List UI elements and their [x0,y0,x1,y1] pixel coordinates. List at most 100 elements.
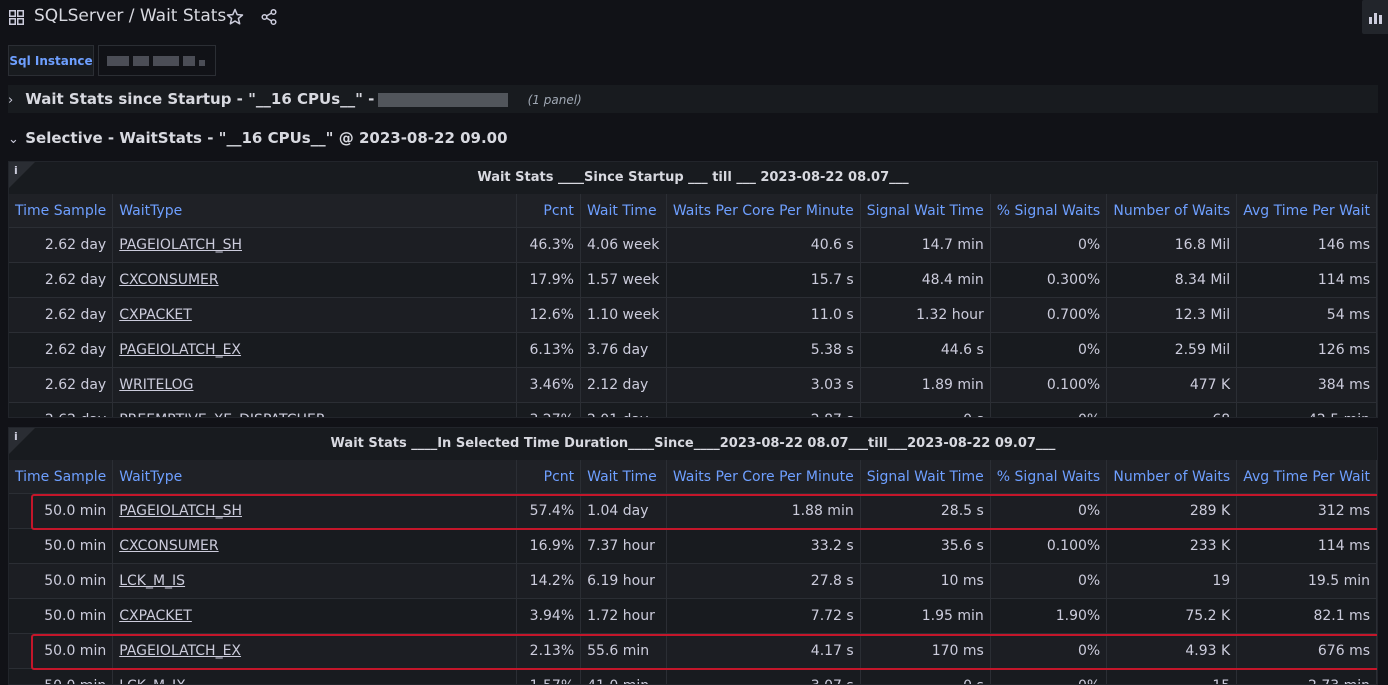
table-row: 2.62 day WRITELOG 3.46% 2.12 day 3.03 s 1.89 … [9,367,1377,403]
cell-time-sample: 50.0 min [9,598,114,634]
table-row: 2.62 day PAGEIOLATCH_SH 46.3% 4.06 week 40.6… [9,227,1377,263]
column-header-waits-per-core-per-minute[interactable]: Waits Per Core Per Minute [666,194,861,228]
cell-signal-wait-time: 48.4 min [860,262,991,298]
row-title: Selective - WaitStats - "__16 CPUs__" @ … [25,129,508,147]
wait-type-link[interactable]: PAGEIOLATCH_EX [112,633,517,669]
column-header-time-sample[interactable]: Time Sample [9,460,114,494]
wait-type-link[interactable]: LCK_M_IX [112,668,517,684]
wait-type-link[interactable]: CXPACKET [112,297,517,333]
column-header-avg-time-per-wait[interactable]: Avg Time Per Wait [1236,460,1377,494]
cell-pct-signal-waits: 0% [990,633,1108,669]
table-row: 50.0 min CXPACKET 3.94% 1.72 hour 7.72 s 1.95… [9,598,1377,634]
cell-pct-signal-waits: 0.100% [990,528,1108,564]
column-header-signal-wait-time[interactable]: Signal Wait Time [860,194,991,228]
table-row: 2.62 dayPREEMPTIVE_XE_DISPATCHER3.27%2.0… [9,402,1377,417]
column-header-pct-signal-waits[interactable]: % Signal Waits [990,194,1108,228]
sql-instance-select[interactable] [98,45,216,76]
cell-pct-signal-waits: 0% [990,563,1108,599]
cell-time-sample: 50.0 min [9,633,114,669]
table-header-row: Time Sample WaitType Pcnt Wait Time Waits Pe… [9,194,1377,228]
cell-time-sample: 2.62 day [9,332,114,368]
cell-time-sample: 2.62 day [9,227,114,263]
column-header-wait-type[interactable]: WaitType [112,460,517,494]
column-header-wait-type[interactable]: WaitType [112,194,517,228]
redacted-instance-name [378,92,509,107]
cell-waits-per-core-per-minute: 27.8 s [666,563,861,599]
cell-signal-wait-time: 0 s [860,402,991,417]
share-icon[interactable] [260,8,278,26]
breadcrumb[interactable]: SQLServer / Wait Stats [34,6,226,26]
wait-type-link[interactable]: PREEMPTIVE_XE_DISPATCHER [112,402,517,417]
wait-type-link[interactable]: WRITELOG [112,367,517,403]
cell-avg-time-per-wait: 42.5 min [1236,402,1377,417]
cell-signal-wait-time: 1.95 min [860,598,991,634]
cell-wait-time: 4.06 week [580,227,667,263]
cell-pct-signal-waits: 0% [990,493,1108,529]
table-row: 2.62 day PAGEIOLATCH_EX 6.13% 3.76 day 5.38 … [9,332,1377,368]
add-panel-button[interactable] [1362,0,1388,34]
panel-info-corner[interactable] [9,428,35,454]
wait-type-link[interactable]: CXCONSUMER [112,528,517,564]
cell-pct-signal-waits: 0.700% [990,297,1108,333]
cell-signal-wait-time: 28.5 s [860,493,991,529]
wait-type-link[interactable]: CXCONSUMER [112,262,517,298]
table-row: 50.0 min LCK_M_IS 14.2% 6.19 hour 27.8 s 10 m… [9,563,1377,599]
cell-wait-time: 1.10 week [580,297,667,333]
column-header-pct-signal-waits[interactable]: % Signal Waits [990,460,1108,494]
cell-time-sample: 2.62 day [9,402,114,417]
column-header-number-of-waits[interactable]: Number of Waits [1106,460,1238,494]
cell-waits-per-core-per-minute: 40.6 s [666,227,861,263]
sql-instance-label: Sql Instance [8,45,94,76]
info-icon[interactable]: i [14,430,18,443]
cell-signal-wait-time: 35.6 s [860,528,991,564]
column-header-signal-wait-time[interactable]: Signal Wait Time [860,460,991,494]
wait-type-link[interactable]: CXPACKET [112,598,517,634]
dashboard-topbar: SQLServer / Wait Stats [0,0,1388,34]
cell-signal-wait-time: 14.7 min [860,227,991,263]
cell-number-of-waits: 16.8 Mil [1106,227,1238,263]
cell-pcnt: 1.57% [516,668,582,684]
cell-pct-signal-waits: 0% [990,332,1108,368]
cell-waits-per-core-per-minute: 7.72 s [666,598,861,634]
column-header-wait-time[interactable]: Wait Time [580,460,667,494]
cell-waits-per-core-per-minute: 4.17 s [666,633,861,669]
info-icon[interactable]: i [14,164,18,177]
cell-pcnt: 16.9% [516,528,582,564]
cell-waits-per-core-per-minute: 2.87 s [666,402,861,417]
cell-number-of-waits: 233 K [1106,528,1238,564]
column-header-pcnt[interactable]: Pcnt [516,194,581,228]
cell-pcnt: 3.27% [516,402,581,417]
row-selective-waitstats[interactable]: ⌄ Selective - WaitStats - "__16 CPUs__" … [8,124,1378,152]
wait-type-link[interactable]: PAGEIOLATCH_SH [112,227,517,263]
cell-wait-time: 1.72 hour [580,598,667,634]
dashboards-grid-icon[interactable] [9,10,24,25]
wait-type-link[interactable]: PAGEIOLATCH_EX [112,332,517,368]
panel-info-corner[interactable] [9,162,35,188]
cell-number-of-waits: 8.34 Mil [1106,262,1238,298]
cell-avg-time-per-wait: 114 ms [1236,262,1377,298]
wait-type-link[interactable]: LCK_M_IS [112,563,517,599]
bar-chart-icon [1369,13,1382,24]
cell-pct-signal-waits: 1.90% [990,598,1108,634]
row-title: Wait Stats since Startup - "__16 CPUs__"… [25,90,375,108]
cell-time-sample: 2.62 day [9,262,114,298]
chevron-down-icon: ⌄ [8,132,19,147]
column-header-number-of-waits[interactable]: Number of Waits [1106,194,1238,228]
cell-avg-time-per-wait: 82.1 ms [1236,598,1377,634]
cell-number-of-waits: 477 K [1106,367,1238,403]
column-header-avg-time-per-wait[interactable]: Avg Time Per Wait [1236,194,1377,228]
cell-signal-wait-time: 0 s [860,668,991,684]
cell-avg-time-per-wait: 146 ms [1236,227,1377,263]
cell-signal-wait-time: 170 ms [860,633,991,669]
column-header-time-sample[interactable]: Time Sample [9,194,114,228]
cell-waits-per-core-per-minute: 5.38 s [666,332,861,368]
column-header-wait-time[interactable]: Wait Time [580,194,667,228]
cell-wait-time: 3.76 day [580,332,667,368]
cell-waits-per-core-per-minute: 33.2 s [666,528,861,564]
column-header-waits-per-core-per-minute[interactable]: Waits Per Core Per Minute [666,460,861,494]
star-icon[interactable] [226,8,244,26]
column-header-pcnt[interactable]: Pcnt [516,460,582,494]
wait-type-link[interactable]: PAGEIOLATCH_SH [112,493,517,529]
cell-number-of-waits: 19 [1106,563,1238,599]
row-wait-stats-since-startup[interactable]: › Wait Stats since Startup - "__16 CPUs_… [8,85,1378,113]
